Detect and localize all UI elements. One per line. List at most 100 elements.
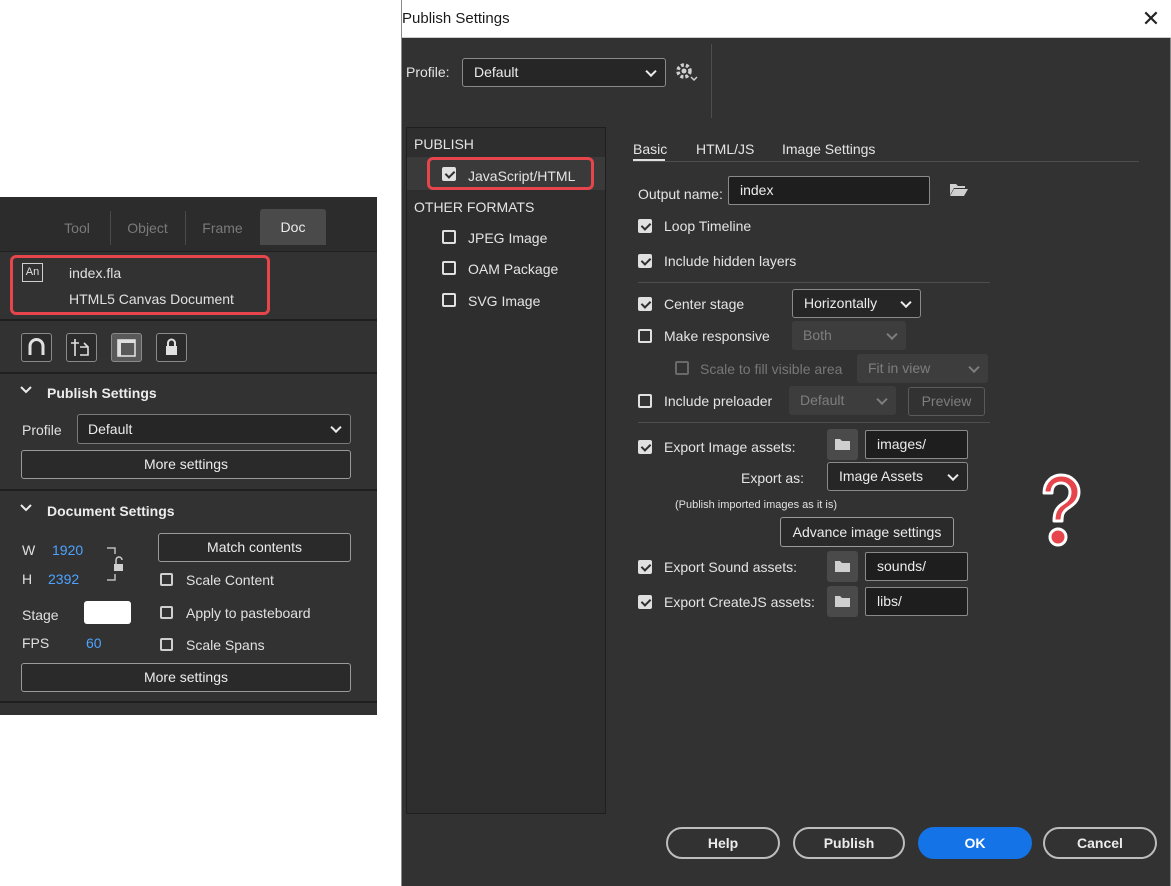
profile-label: Profile: [22, 422, 62, 438]
link-dimensions-icon[interactable]: [105, 544, 127, 587]
scale-spans-checkbox[interactable]: [160, 638, 173, 651]
tab-image-settings[interactable]: Image Settings: [782, 141, 875, 157]
apply-to-pasteboard-label: Apply to pasteboard: [186, 605, 311, 621]
tab-object[interactable]: Object: [110, 211, 184, 245]
publish-header: PUBLISH: [414, 136, 474, 152]
close-icon[interactable]: ✕: [1139, 7, 1163, 31]
profile-dropdown[interactable]: Default: [462, 58, 666, 87]
height-value[interactable]: 2392: [48, 571, 79, 587]
export-image-assets-label: Export Image assets:: [664, 439, 796, 455]
profile-value: Default: [474, 64, 519, 80]
center-stage-value: Horizontally: [804, 295, 878, 311]
transform-icon[interactable]: [66, 333, 97, 362]
help-button[interactable]: Help: [666, 827, 780, 859]
highlight-box-javascript-html: [427, 157, 594, 190]
divider: [0, 319, 377, 321]
oam-package-checkbox[interactable]: [442, 261, 456, 275]
snap-icon[interactable]: [21, 333, 52, 362]
folder-open-icon[interactable]: [949, 181, 969, 200]
make-responsive-dropdown[interactable]: Both: [792, 321, 906, 350]
scale-to-fill-checkbox[interactable]: [675, 361, 689, 375]
tab-underline: [633, 161, 1139, 162]
folder-button-libs[interactable]: [827, 586, 858, 617]
chevron-down-icon: [886, 328, 898, 340]
output-name-label: Output name:: [638, 186, 723, 202]
divider: [0, 372, 377, 374]
folder-button-sounds[interactable]: [827, 551, 858, 582]
include-preloader-checkbox[interactable]: [638, 394, 652, 408]
chevron-down-icon: [645, 65, 657, 77]
scale-to-fill-dropdown[interactable]: Fit in view: [857, 354, 988, 383]
tab-frame[interactable]: Frame: [185, 211, 259, 245]
dialog-title: Publish Settings: [402, 10, 510, 27]
chevron-down-icon: [876, 393, 888, 405]
gear-icon[interactable]: [674, 61, 698, 86]
output-name-input[interactable]: index: [728, 176, 930, 205]
tab-html-js[interactable]: HTML/JS: [696, 141, 754, 157]
tab-basic[interactable]: Basic: [633, 141, 667, 157]
preview-button[interactable]: Preview: [908, 387, 985, 416]
preloader-dropdown[interactable]: Default: [789, 386, 896, 415]
scale-content-label: Scale Content: [186, 572, 274, 588]
libs-path-input[interactable]: libs/: [865, 587, 968, 616]
publish-button[interactable]: Publish: [793, 827, 905, 859]
include-hidden-layers-checkbox[interactable]: [638, 254, 652, 268]
profile-label: Profile:: [406, 64, 450, 80]
tab-doc[interactable]: Doc: [260, 209, 326, 245]
center-stage-label: Center stage: [664, 296, 745, 312]
lock-icon[interactable]: [156, 333, 187, 362]
width-label: W: [22, 542, 36, 558]
advance-image-settings-button[interactable]: Advance image settings: [780, 517, 954, 547]
make-responsive-label: Make responsive: [664, 328, 770, 344]
fps-value[interactable]: 60: [86, 635, 102, 651]
tab-tool[interactable]: Tool: [46, 211, 108, 245]
publish-settings-dialog: Publish Settings ✕ Profile: Default PUBL…: [401, 0, 1171, 886]
publish-more-settings-button[interactable]: More settings: [21, 450, 351, 479]
publish-note: (Publish imported images as it is): [675, 499, 838, 511]
document-more-settings-button[interactable]: More settings: [21, 663, 351, 692]
stage-color-swatch[interactable]: [84, 601, 131, 624]
separator: [711, 44, 712, 118]
ok-button[interactable]: OK: [918, 827, 1032, 859]
chevron-down-icon[interactable]: [20, 503, 32, 515]
cancel-button[interactable]: Cancel: [1043, 827, 1157, 859]
oam-package-label: OAM Package: [468, 261, 559, 277]
make-responsive-checkbox[interactable]: [638, 329, 652, 343]
sounds-path-input[interactable]: sounds/: [865, 552, 968, 581]
profile-dropdown[interactable]: Default: [77, 414, 351, 444]
export-createjs-assets-checkbox[interactable]: [638, 595, 652, 609]
chevron-down-icon: [968, 361, 980, 373]
folder-button-images[interactable]: [827, 429, 858, 460]
properties-tab-bar: Tool Object Frame Doc: [0, 197, 377, 252]
loop-timeline-checkbox[interactable]: [638, 219, 652, 233]
jpeg-image-checkbox[interactable]: [442, 230, 456, 244]
match-contents-button[interactable]: Match contents: [158, 533, 351, 562]
stage-clip-icon[interactable]: [111, 333, 142, 362]
height-label: H: [22, 571, 33, 587]
images-path-input[interactable]: images/: [865, 430, 968, 459]
scale-content-checkbox[interactable]: [160, 573, 173, 586]
export-sound-assets-checkbox[interactable]: [638, 560, 652, 574]
export-sound-assets-label: Export Sound assets:: [664, 559, 798, 575]
divider: [0, 489, 377, 491]
center-stage-checkbox[interactable]: [638, 297, 652, 311]
svg-image-checkbox[interactable]: [442, 293, 456, 307]
export-as-value: Image Assets: [839, 468, 924, 484]
apply-to-pasteboard-checkbox[interactable]: [160, 606, 173, 619]
export-as-dropdown[interactable]: Image Assets: [827, 462, 968, 491]
chevron-down-icon[interactable]: [20, 385, 32, 397]
section-divider: [638, 282, 990, 283]
scale-to-fill-label: Scale to fill visible area: [700, 361, 843, 377]
width-value[interactable]: 1920: [52, 542, 83, 558]
chevron-down-icon: [330, 421, 342, 434]
highlight-box-document: [10, 255, 270, 315]
jpeg-image-label: JPEG Image: [468, 230, 548, 246]
publish-settings-title: Publish Settings: [47, 385, 157, 401]
profile-value: Default: [88, 421, 133, 437]
make-responsive-value: Both: [803, 327, 832, 343]
center-stage-dropdown[interactable]: Horizontally: [792, 289, 921, 318]
section-divider: [638, 422, 990, 423]
other-formats-header: OTHER FORMATS: [414, 199, 535, 215]
document-settings-title: Document Settings: [47, 503, 175, 519]
export-image-assets-checkbox[interactable]: [638, 440, 652, 454]
